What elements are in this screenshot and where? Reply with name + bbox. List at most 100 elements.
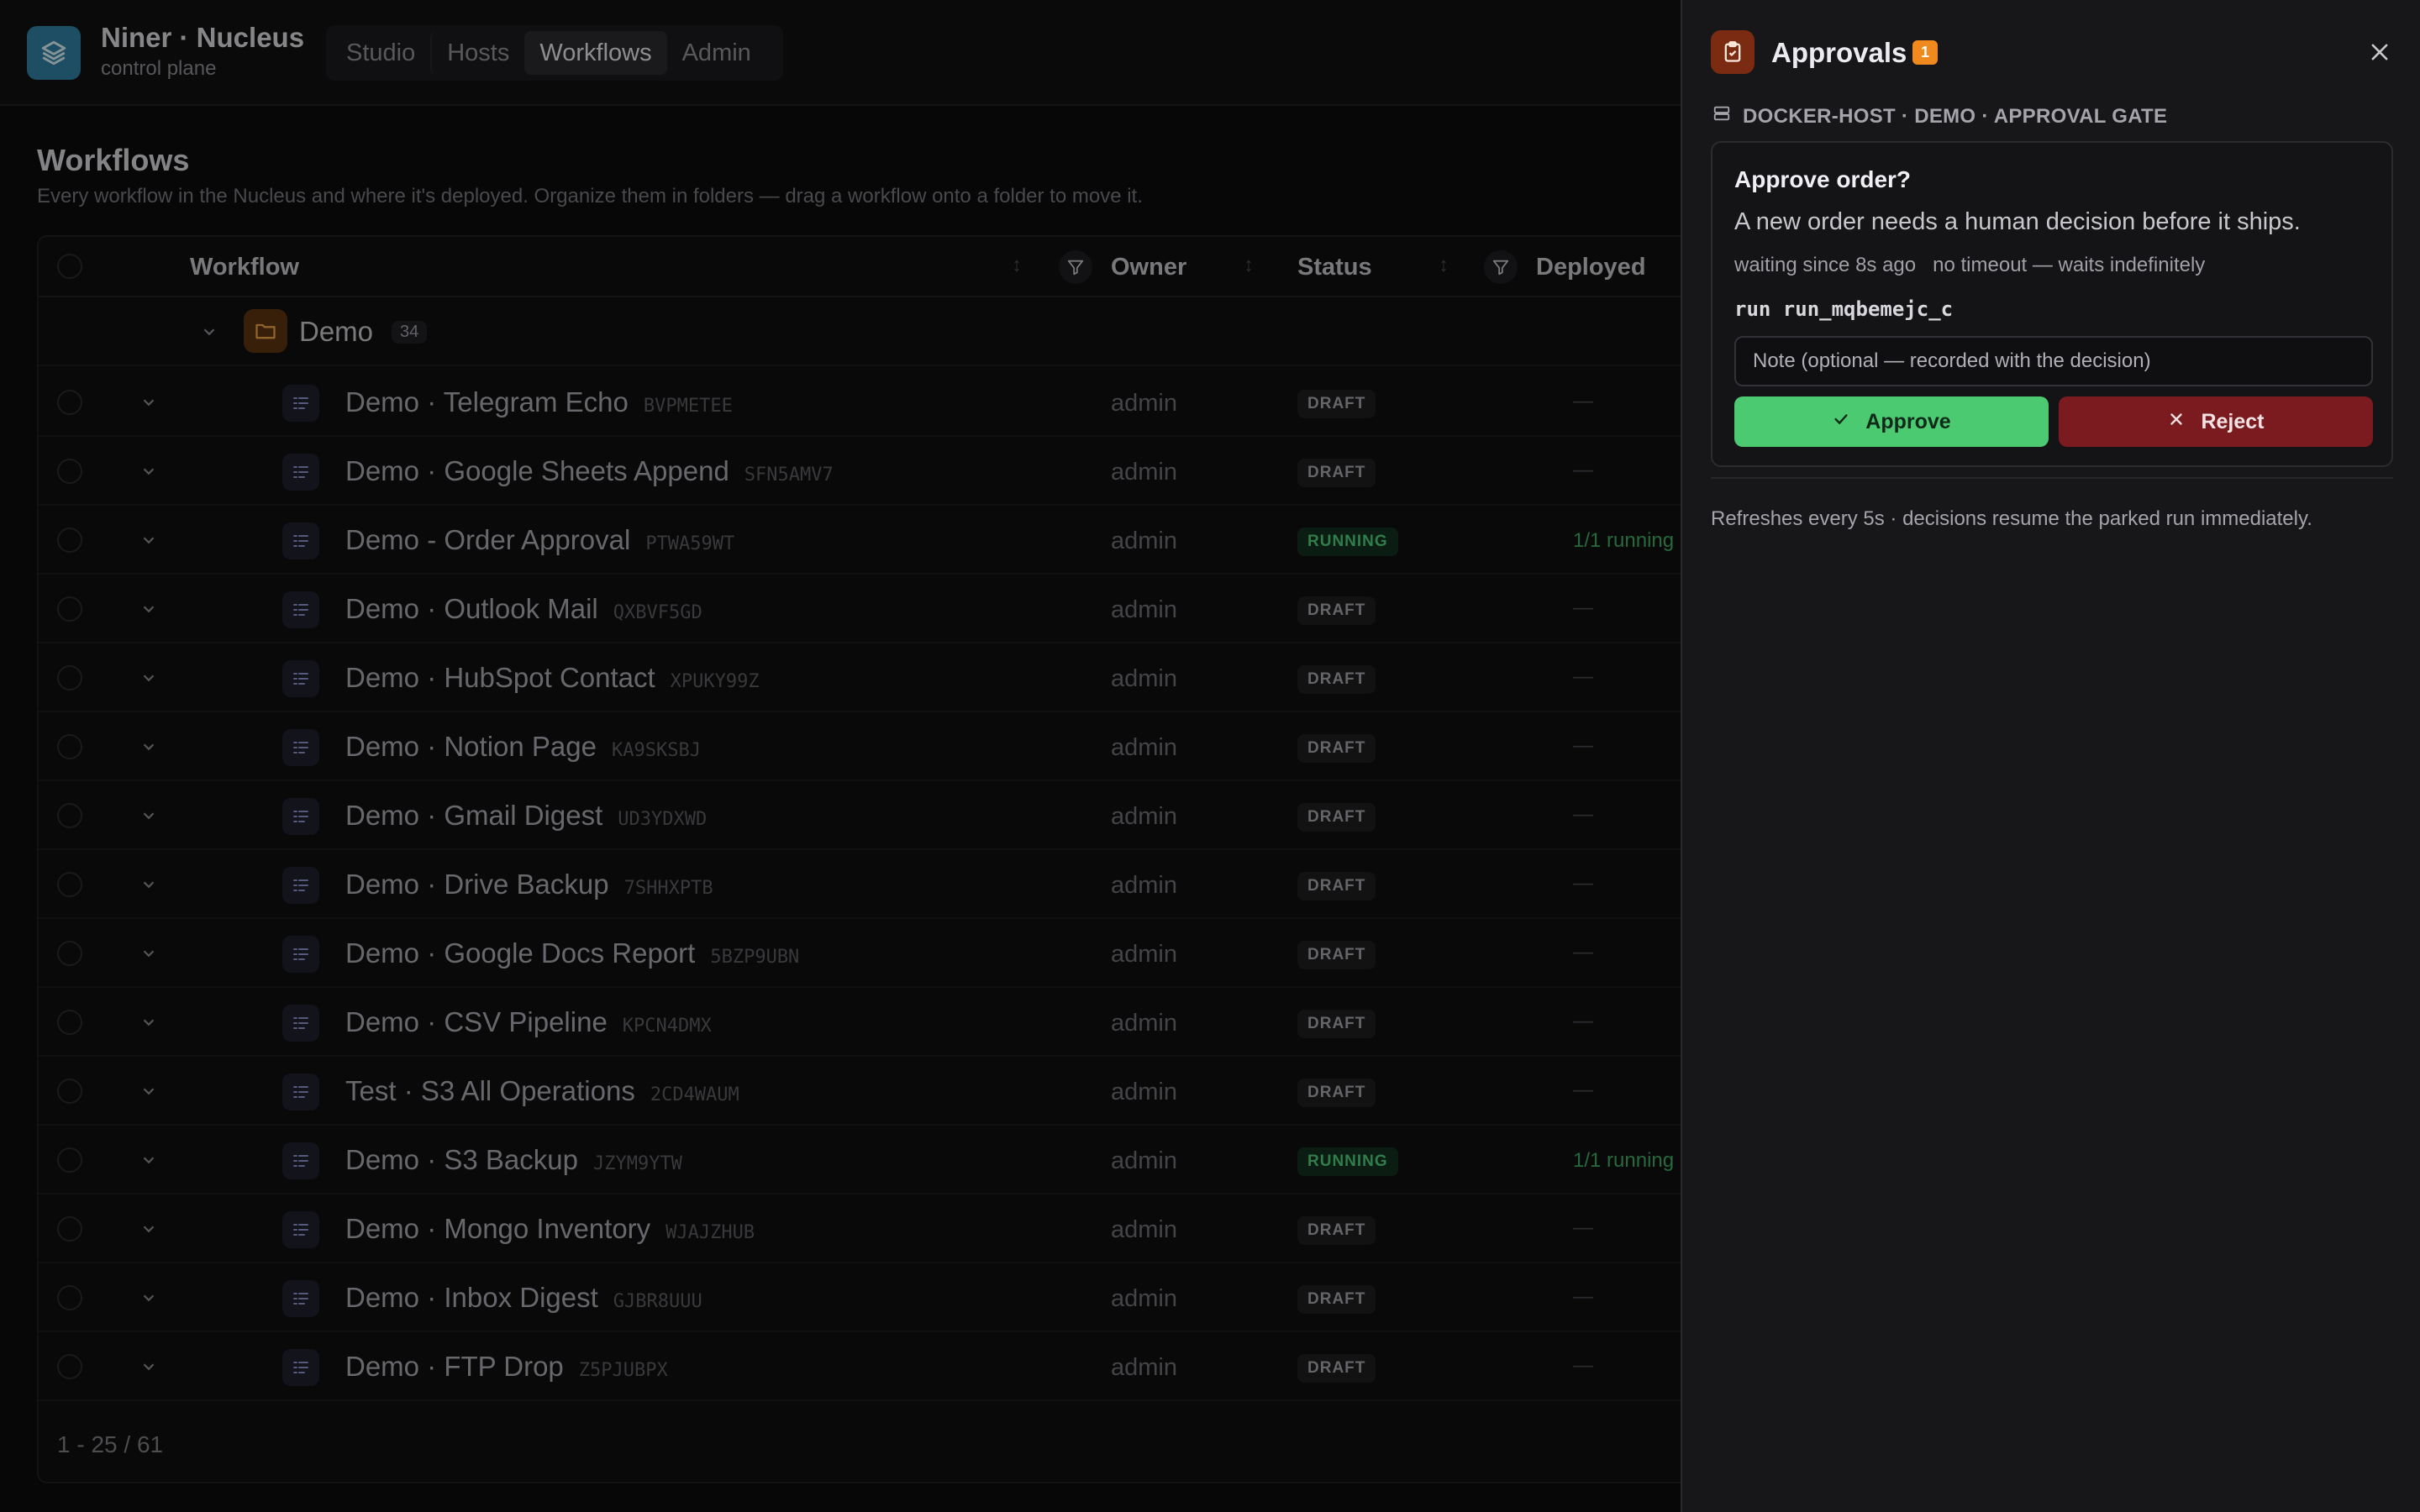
check-icon xyxy=(1832,410,1850,434)
approve-button[interactable]: Approve xyxy=(1734,396,2049,447)
owner-cell: admin xyxy=(1111,528,1177,554)
workflow-name[interactable]: Demo · HubSpot Contact xyxy=(345,662,655,694)
row-checkbox[interactable] xyxy=(57,803,82,828)
decision-note-input[interactable] xyxy=(1734,336,2373,386)
row-checkbox[interactable] xyxy=(57,665,82,690)
workflow-name[interactable]: Test · S3 All Operations xyxy=(345,1075,635,1107)
chevron-down-icon[interactable] xyxy=(136,596,161,622)
workflow-name[interactable]: Demo · Google Docs Report xyxy=(345,937,695,969)
table-row[interactable]: Demo · Google Docs Report 5BZP9UBN admin DR… xyxy=(39,919,1716,988)
reject-button[interactable]: Reject xyxy=(2059,396,2373,447)
workflow-name-cell[interactable]: Demo · Inbox Digest GJBR8UUU xyxy=(345,1282,702,1314)
chevron-down-icon[interactable] xyxy=(136,941,161,966)
layers-logo-icon[interactable] xyxy=(27,26,81,80)
sort-owner-icon[interactable]: ↕ xyxy=(1244,254,1254,277)
column-header-workflow[interactable]: Workflow xyxy=(190,254,299,281)
workflow-name[interactable]: Demo · Inbox Digest xyxy=(345,1282,598,1314)
close-icon[interactable] xyxy=(2363,35,2396,69)
chevron-down-icon[interactable] xyxy=(136,1354,161,1379)
row-checkbox[interactable] xyxy=(57,1216,82,1242)
chevron-down-icon[interactable] xyxy=(136,528,161,553)
workflow-name[interactable]: Demo - Order Approval xyxy=(345,524,630,556)
nav-tab-workflows[interactable]: Workflows xyxy=(524,31,667,75)
chevron-down-icon[interactable] xyxy=(136,1216,161,1242)
panel-divider xyxy=(1711,477,2393,479)
row-checkbox[interactable] xyxy=(57,734,82,759)
workflow-name-cell[interactable]: Test · S3 All Operations 2CD4WAUM xyxy=(345,1075,739,1107)
table-row[interactable]: Demo · Outlook Mail QXBVF5GD admin DRAFT — xyxy=(39,575,1716,643)
table-row[interactable]: Demo · Telegram Echo BVPMETEE admin DRAFT — xyxy=(39,368,1716,437)
chevron-down-icon[interactable] xyxy=(136,665,161,690)
workflow-name[interactable]: Demo · FTP Drop xyxy=(345,1351,564,1383)
row-checkbox[interactable] xyxy=(57,941,82,966)
table-row[interactable]: Demo · FTP Drop Z5PJUBPX admin DRAFT — xyxy=(39,1332,1716,1401)
chevron-down-icon[interactable] xyxy=(136,390,161,415)
workflow-name-cell[interactable]: Demo · Notion Page KA9SKSBJ xyxy=(345,731,701,763)
waiting-since: waiting since 8s ago xyxy=(1734,254,1917,276)
table-row[interactable]: Demo - Order Approval PTWA59WT admin RUNNIN… xyxy=(39,506,1716,575)
chevron-down-icon[interactable] xyxy=(136,734,161,759)
row-checkbox[interactable] xyxy=(57,872,82,897)
workflow-name[interactable]: Demo · Telegram Echo xyxy=(345,386,629,418)
column-header-owner[interactable]: Owner xyxy=(1111,254,1186,281)
nav-tab-studio[interactable]: Studio xyxy=(331,31,430,75)
row-checkbox[interactable] xyxy=(57,1010,82,1035)
sort-workflow-icon[interactable]: ↕ xyxy=(1012,254,1022,277)
nav-tab-admin[interactable]: Admin xyxy=(667,31,766,75)
workflow-name-cell[interactable]: Demo · Google Docs Report 5BZP9UBN xyxy=(345,937,799,969)
row-checkbox[interactable] xyxy=(57,1285,82,1310)
chevron-down-icon[interactable] xyxy=(136,1285,161,1310)
workflow-name-cell[interactable]: Demo · Google Sheets Append SFN5AMV7 xyxy=(345,455,834,487)
workflow-name-cell[interactable]: Demo · FTP Drop Z5PJUBPX xyxy=(345,1351,668,1383)
table-row[interactable]: Demo · Notion Page KA9SKSBJ admin DRAFT — xyxy=(39,712,1716,781)
chevron-down-icon[interactable] xyxy=(136,459,161,484)
workflow-name[interactable]: Demo · S3 Backup xyxy=(345,1144,578,1176)
workflow-name[interactable]: Demo · Google Sheets Append xyxy=(345,455,729,487)
chevron-down-icon[interactable] xyxy=(136,1147,161,1173)
row-checkbox[interactable] xyxy=(57,1079,82,1104)
workflow-name[interactable]: Demo · CSV Pipeline xyxy=(345,1006,608,1038)
chevron-down-icon[interactable] xyxy=(136,1010,161,1035)
folder-row-demo[interactable]: Demo 34 xyxy=(39,297,1716,366)
table-row[interactable]: Test · S3 All Operations 2CD4WAUM admin DRA… xyxy=(39,1057,1716,1126)
workflow-name-cell[interactable]: Demo · Gmail Digest UD3YDXWD xyxy=(345,800,707,832)
workflow-name-cell[interactable]: Demo - Order Approval PTWA59WT xyxy=(345,524,734,556)
column-header-deployed[interactable]: Deployed xyxy=(1536,254,1646,281)
row-checkbox[interactable] xyxy=(57,1147,82,1173)
workflow-name-cell[interactable]: Demo · Mongo Inventory WJAJZHUB xyxy=(345,1213,755,1245)
column-header-status[interactable]: Status xyxy=(1297,254,1372,281)
nav-tab-hosts[interactable]: Hosts xyxy=(430,31,524,75)
row-checkbox[interactable] xyxy=(57,1354,82,1379)
row-checkbox[interactable] xyxy=(57,390,82,415)
table-row[interactable]: Demo · CSV Pipeline KPCN4DMX admin DRAFT — xyxy=(39,988,1716,1057)
workflow-name[interactable]: Demo · Mongo Inventory xyxy=(345,1213,650,1245)
select-all-checkbox[interactable] xyxy=(57,254,82,279)
table-row[interactable]: Demo · Google Sheets Append SFN5AMV7 admin… xyxy=(39,437,1716,506)
workflow-name[interactable]: Demo · Notion Page xyxy=(345,731,597,763)
table-row[interactable]: Demo · Mongo Inventory WJAJZHUB admin DRAFT… xyxy=(39,1194,1716,1263)
table-row[interactable]: Demo · HubSpot Contact XPUKY99Z admin DRAFT… xyxy=(39,643,1716,712)
filter-workflow-icon[interactable] xyxy=(1059,250,1092,284)
chevron-down-icon[interactable] xyxy=(197,319,222,344)
sort-status-icon[interactable]: ↕ xyxy=(1439,254,1449,277)
filter-status-icon[interactable] xyxy=(1484,250,1518,284)
table-row[interactable]: Demo · S3 Backup JZYM9YTW admin RUNNING 1/1 … xyxy=(39,1126,1716,1194)
workflow-name[interactable]: Demo · Drive Backup xyxy=(345,869,609,900)
workflow-name-cell[interactable]: Demo · HubSpot Contact XPUKY99Z xyxy=(345,662,760,694)
chevron-down-icon[interactable] xyxy=(136,872,161,897)
workflow-name-cell[interactable]: Demo · Outlook Mail QXBVF5GD xyxy=(345,593,702,625)
table-row[interactable]: Demo · Gmail Digest UD3YDXWD admin DRAFT — xyxy=(39,781,1716,850)
workflow-name-cell[interactable]: Demo · S3 Backup JZYM9YTW xyxy=(345,1144,682,1176)
workflow-name-cell[interactable]: Demo · Drive Backup 7SHHXPTB xyxy=(345,869,713,900)
row-checkbox[interactable] xyxy=(57,459,82,484)
row-checkbox[interactable] xyxy=(57,596,82,622)
table-row[interactable]: Demo · Inbox Digest GJBR8UUU admin DRAFT — xyxy=(39,1263,1716,1332)
chevron-down-icon[interactable] xyxy=(136,1079,161,1104)
table-row[interactable]: Demo · Drive Backup 7SHHXPTB admin DRAFT — xyxy=(39,850,1716,919)
chevron-down-icon[interactable] xyxy=(136,803,161,828)
workflow-name-cell[interactable]: Demo · CSV Pipeline KPCN4DMX xyxy=(345,1006,712,1038)
workflow-name[interactable]: Demo · Gmail Digest xyxy=(345,800,602,832)
row-checkbox[interactable] xyxy=(57,528,82,553)
workflow-name[interactable]: Demo · Outlook Mail xyxy=(345,593,598,625)
workflow-name-cell[interactable]: Demo · Telegram Echo BVPMETEE xyxy=(345,386,733,418)
